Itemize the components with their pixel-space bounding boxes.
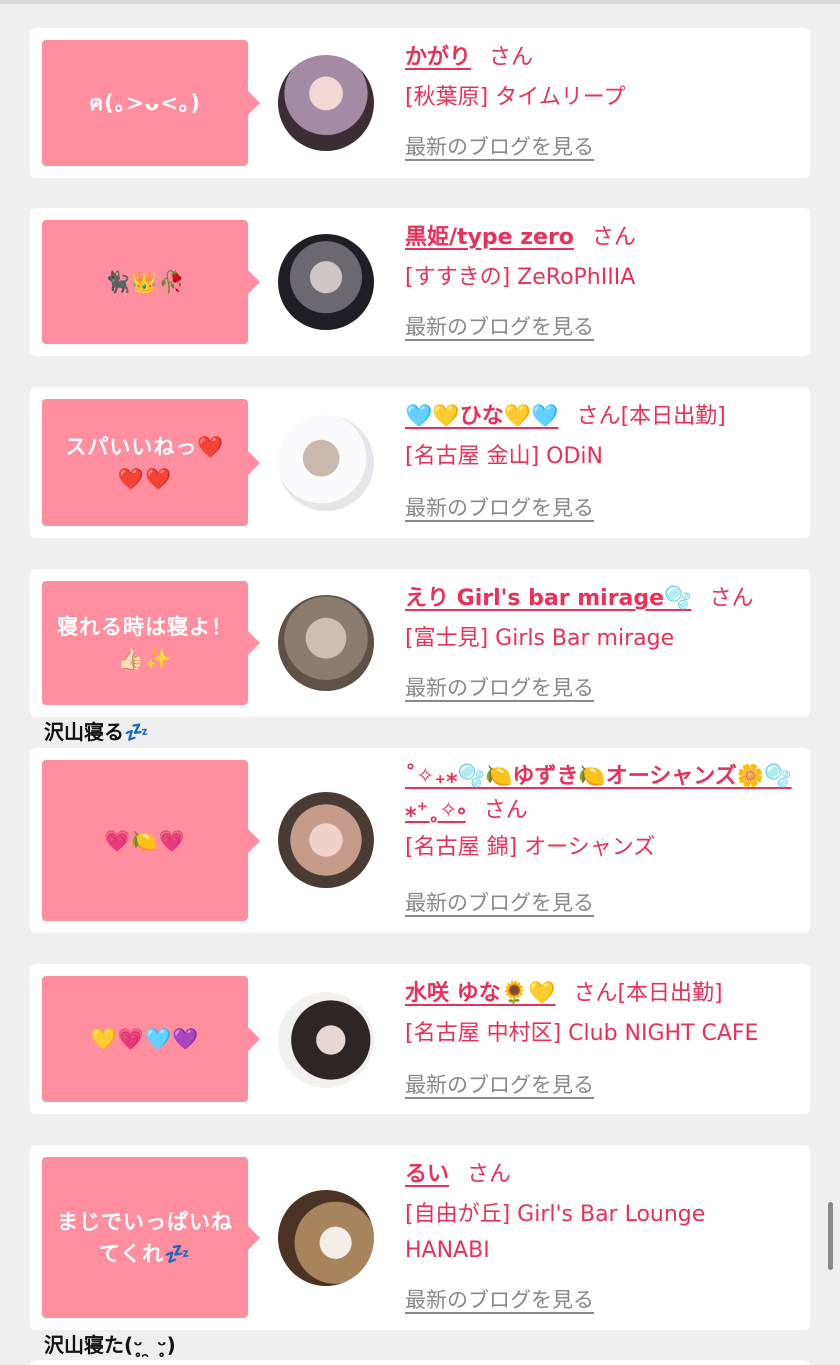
- shop-label: [名古屋 錦] オーシャンズ: [405, 835, 656, 860]
- cast-name-link[interactable]: 黒姫/type zero: [405, 225, 574, 250]
- shop-label: [名古屋 金山] ODiN: [405, 444, 603, 469]
- scrollbar[interactable]: [828, 1202, 833, 1270]
- avatar[interactable]: [278, 234, 374, 330]
- list-item[interactable]: 🐈‍⬛👑🥀 黒姫/type zero さん [すすきの] ZeRoPhIIIA 最…: [30, 208, 810, 356]
- list-item-partial: [30, 1360, 810, 1365]
- honorific: さん: [483, 798, 528, 823]
- list-item[interactable]: ฅ(｡>ᴗ<｡) かがり さん [秋葉原] タイムリープ 最新のブログを見る: [30, 28, 810, 178]
- comment-bubble: 寝れる時は寝よ！👍🏻✨: [42, 581, 260, 705]
- latest-blog-link[interactable]: 最新のブログを見る: [405, 888, 594, 918]
- list-item[interactable]: 寝れる時は寝よ！👍🏻✨ えり Girl's bar mirage🫧 さん [富士見…: [30, 569, 810, 717]
- shop-label: [自由が丘] Girl's Bar Lounge HANABI: [405, 1202, 706, 1263]
- shop-label: [すすきの] ZeRoPhIIIA: [405, 265, 636, 290]
- cast-name-link[interactable]: えり Girl's bar mirage🫧: [405, 586, 691, 611]
- avatar[interactable]: [278, 792, 374, 888]
- avatar[interactable]: [278, 595, 374, 691]
- comment-bubble: スパいいねっ❤️❤️❤️: [42, 399, 260, 526]
- honorific: さん: [709, 586, 754, 611]
- honorific: さん[本日出勤]: [573, 981, 723, 1006]
- list-item[interactable]: スパいいねっ❤️❤️❤️ 🩵💛ひな💛🩵 さん[本日出勤] [名古屋 金山] ODi…: [30, 387, 810, 538]
- cast-name-link[interactable]: ˚✧₊⁎🫧🍋ゆずき🍋オーシャンズ🌼🫧⁎⁺˳✧༚: [405, 764, 792, 823]
- cast-name-link[interactable]: 水咲 ゆな🌻💛: [405, 981, 555, 1006]
- list-item[interactable]: 💗🍋💗 ˚✧₊⁎🫧🍋ゆずき🍋オーシャンズ🌼🫧⁎⁺˳✧༚ さん [名古屋 錦] オー…: [30, 748, 810, 933]
- shop-label: [富士見] Girls Bar mirage: [405, 626, 675, 651]
- latest-blog-link[interactable]: 最新のブログを見る: [405, 673, 594, 703]
- avatar[interactable]: [278, 1190, 374, 1286]
- shop-label: [秋葉原] タイムリープ: [405, 85, 626, 110]
- latest-blog-link[interactable]: 最新のブログを見る: [405, 132, 594, 162]
- comment-overflow-text: 沢山寝る💤: [44, 720, 149, 744]
- comment-bubble: 💗🍋💗: [42, 760, 260, 921]
- latest-blog-link[interactable]: 最新のブログを見る: [405, 1285, 594, 1315]
- latest-blog-link[interactable]: 最新のブログを見る: [405, 493, 594, 523]
- honorific: さん: [489, 45, 534, 70]
- comment-bubble: 💛💗🩵💜: [42, 976, 260, 1102]
- latest-blog-link[interactable]: 最新のブログを見る: [405, 312, 594, 342]
- comment-bubble: まじでいっぱいねてくれ💤: [42, 1157, 260, 1318]
- honorific: さん[本日出勤]: [576, 404, 726, 429]
- cast-name-link[interactable]: かがり: [405, 45, 471, 70]
- latest-blog-link[interactable]: 最新のブログを見る: [405, 1070, 594, 1100]
- top-divider: [0, 0, 840, 4]
- comment-bubble: 🐈‍⬛👑🥀: [42, 220, 260, 344]
- cast-name-link[interactable]: 🩵💛ひな💛🩵: [405, 404, 559, 429]
- list-item[interactable]: 💛💗🩵💜 水咲 ゆな🌻💛 さん[本日出勤] [名古屋 中村区] Club NIGH…: [30, 964, 810, 1114]
- honorific: さん: [591, 225, 636, 250]
- shop-label: [名古屋 中村区] Club NIGHT CAFE: [405, 1021, 759, 1046]
- avatar[interactable]: [278, 992, 374, 1088]
- honorific: さん: [467, 1162, 512, 1187]
- list-item[interactable]: まじでいっぱいねてくれ💤 るい さん [自由が丘] Girl's Bar Loun…: [30, 1145, 810, 1330]
- avatar[interactable]: [278, 55, 374, 151]
- avatar[interactable]: [278, 415, 374, 511]
- comment-bubble: ฅ(｡>ᴗ<｡): [42, 40, 260, 166]
- cast-name-link[interactable]: るい: [405, 1162, 449, 1187]
- comment-overflow-text: 沢山寝た(ᵕ̥ ̯ ᵕ̥): [44, 1333, 176, 1357]
